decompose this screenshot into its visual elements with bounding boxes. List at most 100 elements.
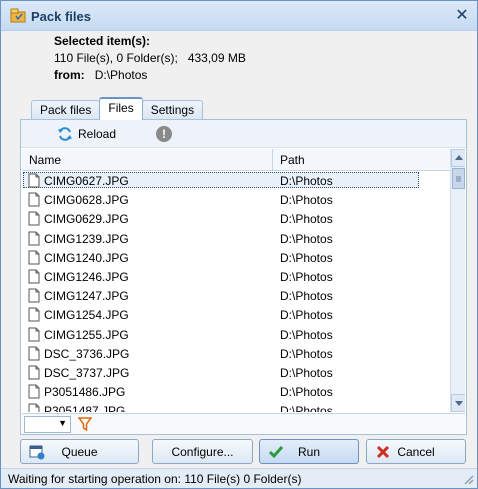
column-header-path[interactable]: Path <box>273 149 450 171</box>
file-icon <box>28 384 40 399</box>
from-path: D:\Photos <box>94 68 148 82</box>
file-name-cell: CIMG1254.JPG <box>44 308 129 323</box>
file-name-cell: CIMG1246.JPG <box>44 269 129 284</box>
scroll-up-button[interactable] <box>451 149 465 167</box>
table-row[interactable]: CIMG1254.JPG D:\Photos <box>22 305 450 324</box>
file-path-cell: D:\Photos <box>280 346 333 361</box>
file-name-cell: CIMG0628.JPG <box>44 193 129 208</box>
files-tab-panel: Reload ! Name Path CIMG0627.JPG D:\Photos… <box>20 119 467 435</box>
table-row[interactable]: CIMG1255.JPG D:\Photos <box>22 325 450 344</box>
pack-files-dialog: Pack files ✕ Selected item(s): 110 File(… <box>0 0 478 489</box>
selection-info: Selected item(s): 110 File(s), 0 Folder(… <box>54 34 246 85</box>
reload-button[interactable]: Reload <box>57 124 116 144</box>
grip-lines-icon <box>456 176 461 182</box>
file-path-cell: D:\Photos <box>280 231 333 246</box>
table-row[interactable]: DSC_3737.JPG D:\Photos <box>22 363 450 382</box>
title-bar: Pack files ✕ <box>1 1 477 31</box>
file-path-cell: D:\Photos <box>280 308 333 323</box>
tab-settings[interactable]: Settings <box>141 100 204 120</box>
file-path-cell: D:\Photos <box>280 174 333 188</box>
file-name-cell: CIMG1247.JPG <box>44 289 129 304</box>
queue-icon <box>29 445 45 460</box>
file-icon <box>28 346 40 361</box>
file-icon <box>28 307 40 322</box>
file-path-cell: D:\Photos <box>280 365 333 380</box>
run-button[interactable]: Run <box>259 439 359 464</box>
queue-button[interactable]: Queue <box>20 439 139 464</box>
configure-label: Configure... <box>171 444 234 459</box>
file-path-cell: D:\Photos <box>280 212 333 227</box>
item-counts: 110 File(s), 0 Folder(s); <box>54 51 178 65</box>
file-grid: Name Path CIMG0627.JPG D:\Photos CIMG0628.… <box>22 149 465 412</box>
file-path-cell: D:\Photos <box>280 193 333 208</box>
file-icon <box>28 211 40 226</box>
queue-label: Queue <box>61 444 98 459</box>
vertical-scrollbar[interactable] <box>450 149 465 412</box>
file-icon <box>28 269 40 284</box>
file-name-cell: CIMG0627.JPG <box>44 174 129 188</box>
checkmark-icon <box>268 446 284 459</box>
table-row[interactable]: CIMG1239.JPG D:\Photos <box>22 229 450 248</box>
table-row[interactable]: CIMG0628.JPG D:\Photos <box>22 190 450 209</box>
table-row[interactable]: CIMG0629.JPG D:\Photos <box>22 209 450 228</box>
source-folder: from: D:\Photos <box>54 68 246 85</box>
run-label: Run <box>297 444 320 459</box>
file-icon <box>28 288 40 303</box>
cancel-button[interactable]: Cancel <box>366 439 466 464</box>
selected-items-summary: 110 File(s), 0 Folder(s); 433,09 MB <box>54 51 246 68</box>
file-path-cell: D:\Photos <box>280 269 333 284</box>
file-path-cell: D:\Photos <box>280 250 333 265</box>
file-icon <box>28 192 40 207</box>
file-icon <box>28 365 40 380</box>
resize-grip-icon[interactable] <box>462 473 474 485</box>
status-bar: Waiting for starting operation on: 110 F… <box>1 468 477 488</box>
table-row[interactable]: CIMG1240.JPG D:\Photos <box>22 248 450 267</box>
file-name-cell: DSC_3736.JPG <box>44 346 130 361</box>
file-path-cell: D:\Photos <box>280 289 333 304</box>
file-name-cell: CIMG1240.JPG <box>44 250 129 265</box>
grid-header: Name Path <box>22 149 450 171</box>
file-icon <box>28 250 40 265</box>
table-row[interactable]: P3051487.JPG D:\Photos <box>22 401 450 412</box>
cross-icon <box>376 445 390 459</box>
tab-pack-files[interactable]: Pack files <box>31 100 101 120</box>
table-row[interactable]: CIMG1247.JPG D:\Photos <box>22 286 450 305</box>
arrow-down-icon <box>455 401 463 406</box>
cancel-label: Cancel <box>397 444 435 459</box>
configure-button[interactable]: Configure... <box>152 439 253 464</box>
file-path-cell: D:\Photos <box>280 327 333 342</box>
close-button[interactable]: ✕ <box>452 6 472 26</box>
window-title: Pack files <box>31 9 91 24</box>
grid-filter-bar: ▼ <box>22 413 465 434</box>
file-path-cell: D:\Photos <box>280 404 333 412</box>
exclamation-icon[interactable]: ! <box>156 126 172 142</box>
file-name-cell: P3051486.JPG <box>44 385 126 400</box>
file-name-cell: DSC_3737.JPG <box>44 365 130 380</box>
funnel-icon[interactable] <box>78 416 92 432</box>
table-row[interactable]: P3051486.JPG D:\Photos <box>22 382 450 401</box>
filter-dropdown[interactable]: ▼ <box>24 416 71 433</box>
column-header-name[interactable]: Name <box>22 149 273 171</box>
file-icon <box>28 231 40 246</box>
file-name-cell: CIMG1239.JPG <box>44 231 129 246</box>
from-label: from: <box>54 68 85 82</box>
table-row[interactable]: DSC_3736.JPG D:\Photos <box>22 344 450 363</box>
package-icon <box>10 8 26 23</box>
table-row[interactable]: CIMG1246.JPG D:\Photos <box>22 267 450 286</box>
total-size: 433,09 MB <box>187 51 246 65</box>
close-icon: ✕ <box>455 7 469 24</box>
selected-items-label: Selected item(s): <box>54 34 151 48</box>
file-icon <box>28 173 40 188</box>
scroll-down-button[interactable] <box>451 394 465 412</box>
file-name-cell: CIMG0629.JPG <box>44 212 129 227</box>
reload-icon <box>58 127 72 141</box>
reload-label: Reload <box>78 127 117 141</box>
grid-rows: CIMG0627.JPG D:\Photos CIMG0628.JPG D:\Phot… <box>22 171 450 412</box>
status-text: Waiting for starting operation on: 110 F… <box>8 472 302 486</box>
file-name-cell: CIMG1255.JPG <box>44 327 129 342</box>
table-row[interactable]: CIMG0627.JPG D:\Photos <box>22 171 450 190</box>
tab-files[interactable]: Files <box>99 97 143 120</box>
arrow-up-icon <box>455 155 463 160</box>
scroll-thumb[interactable] <box>452 168 465 189</box>
file-icon <box>28 403 40 412</box>
